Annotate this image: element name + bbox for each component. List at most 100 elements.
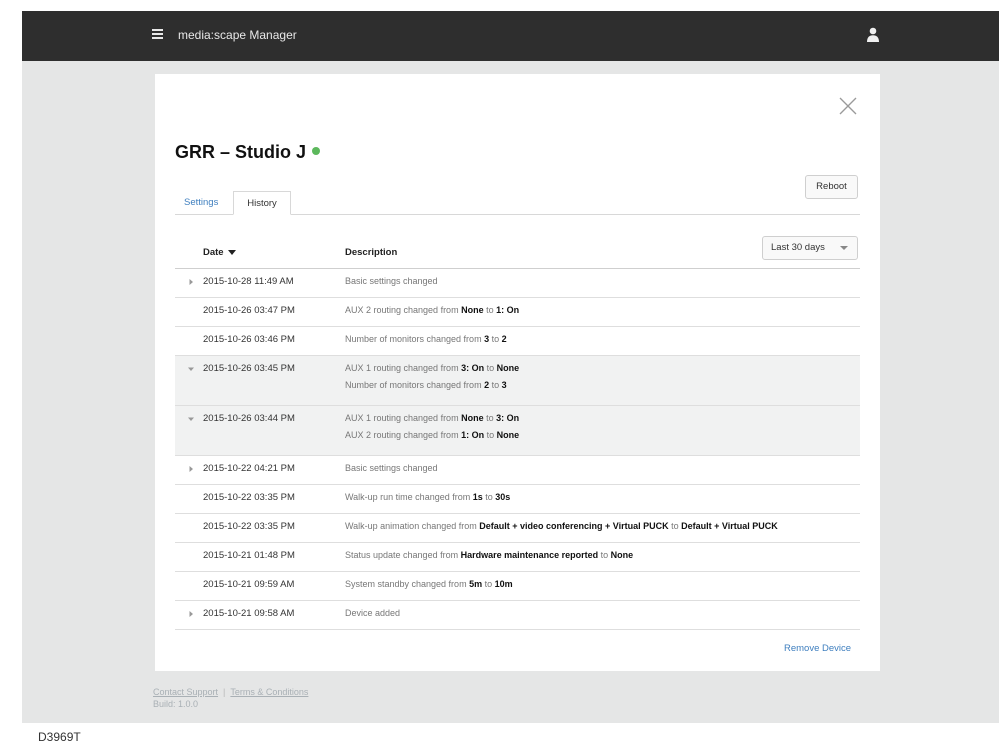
row-description: Device added (345, 608, 400, 618)
description-value: 3 (501, 380, 507, 390)
row-date: 2015-10-22 04:21 PM (203, 463, 295, 474)
row-description: Walk-up run time changed from 1s to 30s (345, 492, 510, 502)
description-text: Device added (345, 608, 401, 618)
chevron-right-icon[interactable] (187, 278, 195, 286)
row-description: AUX 2 routing changed from 1: On to None (345, 430, 519, 440)
description-value: 1: On (496, 305, 520, 315)
row-date: 2015-10-21 09:58 AM (203, 608, 295, 619)
table-row: 2015-10-22 03:35 PM Walk-up animation cha… (175, 514, 860, 543)
description-value: None (496, 363, 520, 373)
description-text: to (483, 305, 497, 315)
description-text: AUX 2 routing changed from (345, 430, 462, 440)
description-value: 3: On (461, 363, 485, 373)
chevron-down-icon[interactable] (187, 365, 195, 373)
description-text: to (484, 363, 497, 373)
reboot-button[interactable]: Reboot (805, 175, 858, 199)
description-text: to (483, 413, 497, 423)
status-dot-icon (312, 147, 321, 156)
description-text: to (482, 579, 495, 589)
table-row: 2015-10-21 09:59 AM System standby change… (175, 572, 860, 601)
row-description: Number of monitors changed from 3 to 2 (345, 334, 507, 344)
description-value: None (461, 305, 484, 315)
row-description: AUX 1 routing changed from 3: On to None (345, 363, 519, 373)
date-range-select[interactable]: Last 30 days (762, 236, 858, 260)
chevron-right-icon[interactable] (187, 465, 195, 473)
row-description: Status update changed from Hardware main… (345, 550, 633, 560)
description-text: Number of monitors changed from (345, 380, 485, 390)
footer: Contact Support | Terms & Conditions Build… (153, 686, 308, 710)
description-value: 10m (494, 579, 513, 589)
build-version: Build: 1.0.0 (153, 699, 199, 709)
description-text: System standby changed from (345, 579, 470, 589)
description-text: Number of monitors changed from (345, 334, 485, 344)
table-row: 2015-10-21 01:48 PM Status update changed… (175, 543, 860, 572)
tab-settings[interactable]: Settings (175, 191, 227, 215)
table-row[interactable]: 2015-10-21 09:58 AM Device added (175, 601, 860, 630)
device-name: GRR – Studio J (175, 142, 307, 162)
chevron-down-icon[interactable] (187, 415, 195, 423)
caret-down-icon (840, 246, 848, 250)
device-title: GRR – Studio J (175, 142, 321, 163)
contact-support-link[interactable]: Contact Support (153, 687, 218, 697)
row-description: Basic settings changed (345, 276, 438, 286)
tab-history[interactable]: History (233, 191, 291, 215)
row-date: 2015-10-22 03:35 PM (203, 492, 295, 503)
close-icon[interactable] (838, 96, 858, 116)
sort-desc-icon (227, 249, 236, 255)
description-text: AUX 1 routing changed from (345, 363, 462, 373)
table-row[interactable]: 2015-10-26 03:44 PM AUX 1 routing changed… (175, 406, 860, 456)
app-title: media:scape Manager (178, 28, 297, 42)
app-screen: media:scape Manager GRR – Studio J Reboo… (22, 11, 999, 723)
description-value: 3: On (496, 413, 520, 423)
description-value: Hardware maintenance reported (460, 550, 599, 560)
row-description: Number of monitors changed from 2 to 3 (345, 380, 507, 390)
footer-separator: | (223, 687, 226, 697)
description-text: AUX 1 routing changed from (345, 413, 462, 423)
remove-device-link[interactable]: Remove Device (784, 643, 851, 654)
description-value: None (461, 413, 484, 423)
document-code: D3969T (38, 730, 81, 744)
description-text: Basic settings changed (345, 463, 438, 473)
description-value: 5m (469, 579, 483, 589)
row-date: 2015-10-28 11:49 AM (203, 276, 294, 287)
description-value: 2 (501, 334, 507, 344)
table-row[interactable]: 2015-10-26 03:45 PM AUX 1 routing changed… (175, 356, 860, 406)
row-description: AUX 1 routing changed from None to 3: On (345, 413, 519, 423)
row-date: 2015-10-26 03:45 PM (203, 363, 295, 374)
table-row: 2015-10-26 03:47 PM AUX 2 routing changed… (175, 298, 860, 327)
description-value: None (496, 430, 520, 440)
row-date: 2015-10-26 03:47 PM (203, 305, 295, 316)
description-text: to (598, 550, 611, 560)
chevron-right-icon[interactable] (187, 610, 195, 618)
row-description: Basic settings changed (345, 463, 438, 473)
description-text: to (489, 334, 502, 344)
description-value: None (610, 550, 634, 560)
description-text: Status update changed from (345, 550, 461, 560)
description-text: Basic settings changed (345, 276, 438, 286)
row-description: Walk-up animation changed from Default +… (345, 521, 778, 531)
hamburger-icon[interactable] (152, 29, 163, 39)
description-text: to (482, 492, 496, 502)
date-header-label: Date (203, 247, 224, 258)
description-text: to (489, 380, 502, 390)
description-text: AUX 2 routing changed from (345, 305, 462, 315)
table-row: 2015-10-26 03:46 PM Number of monitors ch… (175, 327, 860, 356)
user-icon[interactable] (866, 27, 880, 42)
description-value: 30s (495, 492, 511, 502)
column-header-description: Description (345, 247, 398, 258)
table-row[interactable]: 2015-10-22 04:21 PM Basic settings change… (175, 456, 860, 485)
row-date: 2015-10-26 03:44 PM (203, 413, 295, 424)
column-header-date[interactable]: Date (203, 247, 236, 258)
description-value: 1s (472, 492, 483, 502)
description-text: Walk-up animation changed from (345, 521, 480, 531)
table-row[interactable]: 2015-10-28 11:49 AM Basic settings change… (175, 269, 860, 298)
top-bar: media:scape Manager (22, 11, 999, 61)
device-panel: GRR – Studio J Reboot Settings History L… (155, 74, 880, 671)
description-text: to (484, 430, 497, 440)
row-date: 2015-10-21 09:59 AM (203, 579, 295, 590)
date-range-value: Last 30 days (771, 242, 825, 253)
table-row: 2015-10-22 03:35 PM Walk-up run time chan… (175, 485, 860, 514)
description-text: Walk-up run time changed from (345, 492, 473, 502)
terms-link[interactable]: Terms & Conditions (230, 687, 308, 697)
description-value: Default + video conferencing + Virtual P… (479, 521, 669, 531)
